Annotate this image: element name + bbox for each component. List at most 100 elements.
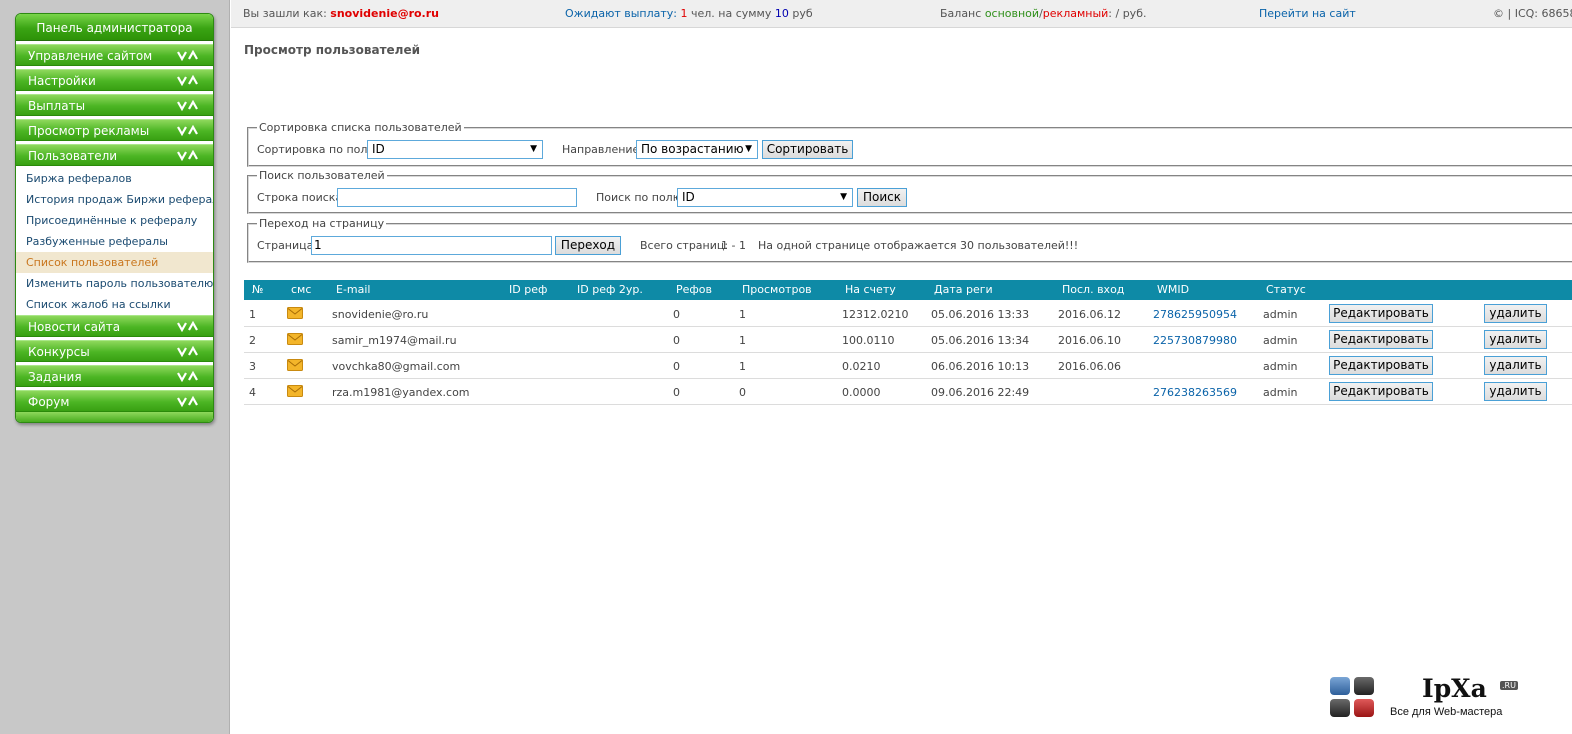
search-field-value: ID [682,190,695,204]
pending-payouts-info: Ожидают выплату: 1 чел. на сумму 10 руб [565,7,813,20]
edit-button[interactable]: Редактировать [1329,304,1433,323]
balance-label: Баланс [940,7,982,20]
goto-page-button[interactable]: Переход [555,236,621,255]
sidebar-item-attached-referrals[interactable]: Присоединённые к рефералу [16,210,213,231]
payout-count: 1 [680,7,688,20]
sms-envelope-icon[interactable] [287,359,303,371]
search-button[interactable]: Поиск [857,188,907,207]
col-email: E-mail [336,283,371,296]
menu-section-tasks[interactable]: Задания [16,365,213,387]
cell-balance: 12312.0210 [842,308,909,321]
menu-section-label: Пользователи [28,149,118,163]
cell-reg-date: 09.06.2016 22:49 [931,386,1030,399]
menu-section-contests[interactable]: Конкурсы [16,340,213,362]
sort-field-label: Сортировка по полю: [257,143,381,156]
sort-field-select[interactable]: ID ▼ [367,140,543,159]
sidebar-item-user-list[interactable]: Список пользователей [16,252,213,273]
admin-menu: Панель администратора Управление сайтом … [15,13,214,423]
cell-status: admin [1263,334,1298,347]
sidebar-item-referral-exchange[interactable]: Биржа рефералов [16,168,213,189]
sidebar-item-change-password[interactable]: Изменить пароль пользователю [16,273,213,294]
delete-button[interactable]: удалить [1484,382,1547,401]
sort-direction-select[interactable]: По возрастанию ▼ [636,140,758,159]
col-reg-date: Дата реги [934,283,993,296]
col-views: Просмотров [742,283,812,296]
menu-section-site-news[interactable]: Новости сайта [16,315,213,337]
sort-legend: Сортировка списка пользователей [259,121,462,134]
sms-envelope-icon[interactable] [287,385,303,397]
cell-email: rza.m1981@yandex.com [332,386,470,399]
cell-reg-date: 06.06.2016 10:13 [931,360,1030,373]
col-wmid: WMID [1157,283,1190,296]
cell-status: admin [1263,360,1298,373]
menu-section-label: Задания [28,370,82,384]
menu-section-label: Настройки [28,74,96,88]
cell-last-login: 2016.06.06 [1058,360,1121,373]
cell-balance: 100.0110 [842,334,895,347]
logo-tile [1354,699,1374,717]
delete-button[interactable]: удалить [1484,304,1547,323]
expand-collapse-icon [177,50,198,61]
sidebar-item-awakened-referrals[interactable]: Разбуженные рефералы [16,231,213,252]
logged-in-info: Вы зашли как: snovidenie@ro.ru [243,7,439,20]
per-page-note: На одной странице отображается 30 пользо… [758,239,1079,252]
sort-direction-label: Направление: [562,143,644,156]
dropdown-arrow-icon: ▼ [530,144,537,154]
table-row: 1 snovidenie@ro.ru 0 1 12312.0210 05.06.… [244,301,1572,327]
delete-button[interactable]: удалить [1484,330,1547,349]
menu-title: Панель администратора [16,14,213,41]
users-table-header: № смс E-mail ID реф ID реф 2ур. Рефов Пр… [244,280,1572,300]
goto-legend: Переход на страницу [259,217,385,230]
search-field-select[interactable]: ID ▼ [677,188,853,207]
menu-section-site-management[interactable]: Управление сайтом [16,44,213,66]
menu-section-users[interactable]: Пользователи [16,144,213,166]
cell-email: samir_m1974@mail.ru [332,334,457,347]
ipxa-watermark: IpXa .RU Все для Web-мастера [1328,674,1568,726]
menu-section-label: Управление сайтом [28,49,153,63]
sort-field-value: ID [372,142,385,156]
cell-wmid-link[interactable]: 225730879980 [1153,334,1237,347]
menu-section-payouts[interactable]: Выплаты [16,94,213,116]
balance-value: : / руб. [1108,7,1147,20]
expand-collapse-icon [177,371,198,382]
col-sms: смс [291,283,312,296]
edit-button[interactable]: Редактировать [1329,330,1433,349]
menu-section-forum[interactable]: Форум [16,390,213,412]
search-legend: Поиск пользователей [259,169,385,182]
balance-info: Баланс основной/рекламный: / руб. [940,7,1146,20]
table-row: 4 rza.m1981@yandex.com 0 0 0.0000 09.06.… [244,379,1572,405]
cell-wmid-link[interactable]: 276238263569 [1153,386,1237,399]
menu-section-label: Просмотр рекламы [28,124,150,138]
expand-collapse-icon [177,346,198,357]
cell-views: 0 [739,386,746,399]
logo-tile [1330,699,1350,717]
payout-sum: 10 [774,7,789,20]
cell-reg-date: 05.06.2016 13:34 [931,334,1030,347]
cell-last-login: 2016.06.12 [1058,308,1121,321]
cell-views: 1 [739,334,746,347]
sms-envelope-icon[interactable] [287,307,303,319]
sidebar-item-exchange-history[interactable]: История продаж Биржи рефералов [16,189,213,210]
expand-collapse-icon [177,100,198,111]
edit-button[interactable]: Редактировать [1329,356,1433,375]
total-pages-value: 1 - 1 [721,239,746,252]
page-input[interactable]: 1 [311,236,552,255]
sms-envelope-icon[interactable] [287,333,303,345]
delete-button[interactable]: удалить [1484,356,1547,375]
search-field-label: Поиск по полю: [596,191,686,204]
search-input[interactable] [337,188,577,207]
edit-button[interactable]: Редактировать [1329,382,1433,401]
col-last-login: Посл. вход [1062,283,1125,296]
dropdown-arrow-icon: ▼ [745,144,752,154]
go-to-site-link[interactable]: Перейти на сайт [1259,7,1356,20]
menu-section-settings[interactable]: Настройки [16,69,213,91]
cell-wmid-link[interactable]: 278625950954 [1153,308,1237,321]
sidebar-item-link-complaints[interactable]: Список жалоб на ссылки [16,294,213,315]
cell-refs: 0 [673,308,680,321]
cell-status: admin [1263,386,1298,399]
sort-button[interactable]: Сортировать [762,140,853,159]
cell-refs: 0 [673,334,680,347]
menu-section-ad-views[interactable]: Просмотр рекламы [16,119,213,141]
menu-section-label: Форум [28,395,70,409]
cell-email: vovchka80@gmail.com [332,360,461,373]
